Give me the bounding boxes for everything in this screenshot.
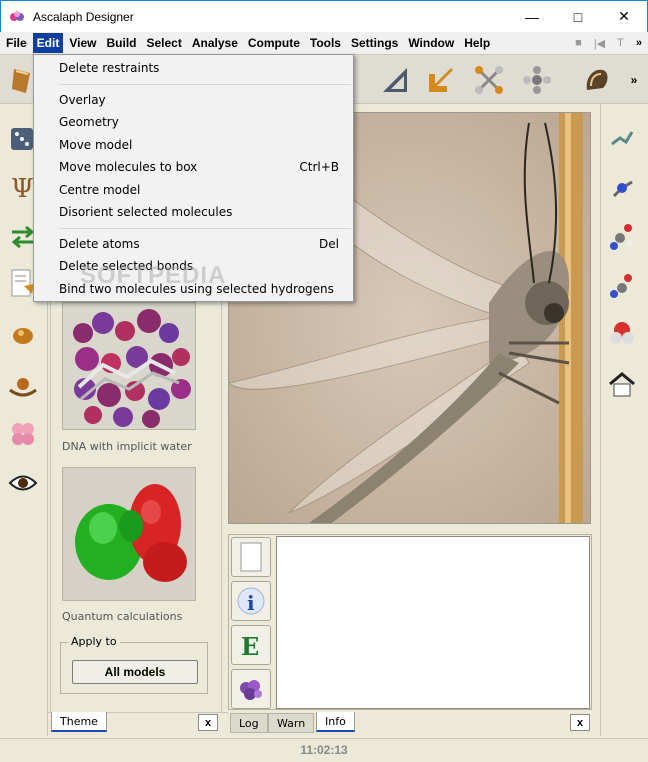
menu-analyse[interactable]: Analyse: [188, 33, 242, 53]
close-window-button[interactable]: ✕: [601, 2, 647, 32]
menu-settings[interactable]: Settings: [347, 33, 402, 53]
tab-theme[interactable]: Theme: [51, 712, 107, 732]
shortcut-ctrl-b: Ctrl+B: [299, 160, 339, 175]
menu-tools[interactable]: Tools: [306, 33, 345, 53]
menu-item-geometry[interactable]: Geometry: [34, 111, 353, 134]
orbital-icon[interactable]: [8, 418, 38, 448]
menu-item-delete-atoms[interactable]: Delete atoms Del: [34, 233, 353, 256]
shell-icon[interactable]: [580, 63, 614, 97]
menu-item-overlay[interactable]: Overlay: [34, 89, 353, 112]
menu-separator: [59, 227, 351, 229]
menu-compute[interactable]: Compute: [244, 33, 304, 53]
menu-select[interactable]: Select: [142, 33, 185, 53]
amine-fragment-icon[interactable]: [606, 172, 638, 204]
tab-info[interactable]: Info: [316, 712, 355, 732]
status-time: 11:02:13: [300, 743, 348, 757]
energy-button[interactable]: E: [231, 625, 271, 665]
shortcut-del: Del: [319, 236, 339, 251]
close-console-button[interactable]: x: [570, 714, 590, 731]
rewind-icon[interactable]: |◀: [594, 37, 605, 50]
info-button[interactable]: i: [231, 581, 271, 621]
molecule-group-icon[interactable]: [520, 63, 554, 97]
menu-item-delete-selected-bonds[interactable]: Delete selected bonds: [34, 255, 353, 278]
menu-item-disorient-selected-molecules[interactable]: Disorient selected molecules: [34, 201, 353, 224]
minimize-button[interactable]: —: [509, 2, 555, 32]
menu-item-bind-two-molecules[interactable]: Bind two molecules using selected hydrog…: [34, 278, 353, 301]
title-bar: Ascalaph Designer — □ ✕: [0, 0, 648, 32]
tab-log[interactable]: Log: [230, 713, 268, 733]
menubar-overflow-icon[interactable]: »: [636, 37, 642, 49]
carboxyl-fragment-icon[interactable]: [606, 220, 638, 252]
all-models-button[interactable]: All models: [72, 660, 198, 684]
menu-build[interactable]: Build: [102, 33, 140, 53]
water-molecule-icon[interactable]: [606, 318, 638, 350]
status-bar: 11:02:13: [0, 738, 648, 762]
menu-bar: File Edit View Build Select Analyse Comp…: [0, 32, 648, 54]
close-theme-panel-button[interactable]: x: [198, 714, 218, 731]
stop-icon[interactable]: ■: [575, 37, 582, 49]
window-title: Ascalaph Designer: [33, 9, 134, 24]
maximize-button[interactable]: □: [555, 2, 601, 32]
dna-caption: DNA with implicit water: [62, 440, 192, 453]
arrow-down-left-icon[interactable]: [424, 63, 458, 97]
svg-text:E: E: [241, 632, 259, 660]
menu-separator: [59, 83, 351, 85]
eye-icon[interactable]: [8, 468, 38, 498]
menu-edit[interactable]: Edit: [32, 33, 64, 53]
menu-item-move-model[interactable]: Move model: [34, 134, 353, 157]
menu-view[interactable]: View: [65, 33, 100, 53]
text-tool-icon[interactable]: T: [617, 37, 624, 49]
quantum-thumbnail[interactable]: [62, 467, 196, 601]
home-box-icon[interactable]: [606, 368, 638, 400]
menu-window[interactable]: Window: [404, 33, 458, 53]
console-output[interactable]: [276, 536, 590, 709]
menu-item-centre-model[interactable]: Centre model: [34, 179, 353, 202]
tab-warn[interactable]: Warn: [268, 713, 315, 733]
menu-item-move-molecules-to-box[interactable]: Move molecules to box Ctrl+B: [34, 156, 353, 179]
triangle-ruler-icon[interactable]: [378, 63, 412, 97]
molecule-cross-icon[interactable]: [472, 63, 506, 97]
potential-well-icon[interactable]: [8, 370, 38, 400]
acorn-icon[interactable]: [8, 320, 38, 350]
edit-menu-dropdown: Delete restraints Overlay Geometry Move …: [33, 54, 354, 302]
apply-to-label: Apply to: [68, 635, 120, 648]
menu-file[interactable]: File: [2, 33, 31, 53]
svg-text:Ψ: Ψ: [11, 174, 34, 202]
blank-page-button[interactable]: [231, 537, 271, 577]
bond-tool-icon[interactable]: [606, 122, 638, 154]
menu-help[interactable]: Help: [460, 33, 494, 53]
amide-fragment-icon[interactable]: [606, 270, 638, 302]
molecule-cluster-button[interactable]: [231, 669, 271, 709]
dna-thumbnail[interactable]: [62, 302, 196, 430]
menu-item-delete-restraints[interactable]: Delete restraints: [34, 57, 353, 80]
svg-text:i: i: [247, 591, 255, 615]
quantum-caption: Quantum calculations: [62, 610, 183, 623]
app-icon: [10, 10, 24, 21]
toolbar-overflow-icon[interactable]: »: [624, 63, 644, 97]
